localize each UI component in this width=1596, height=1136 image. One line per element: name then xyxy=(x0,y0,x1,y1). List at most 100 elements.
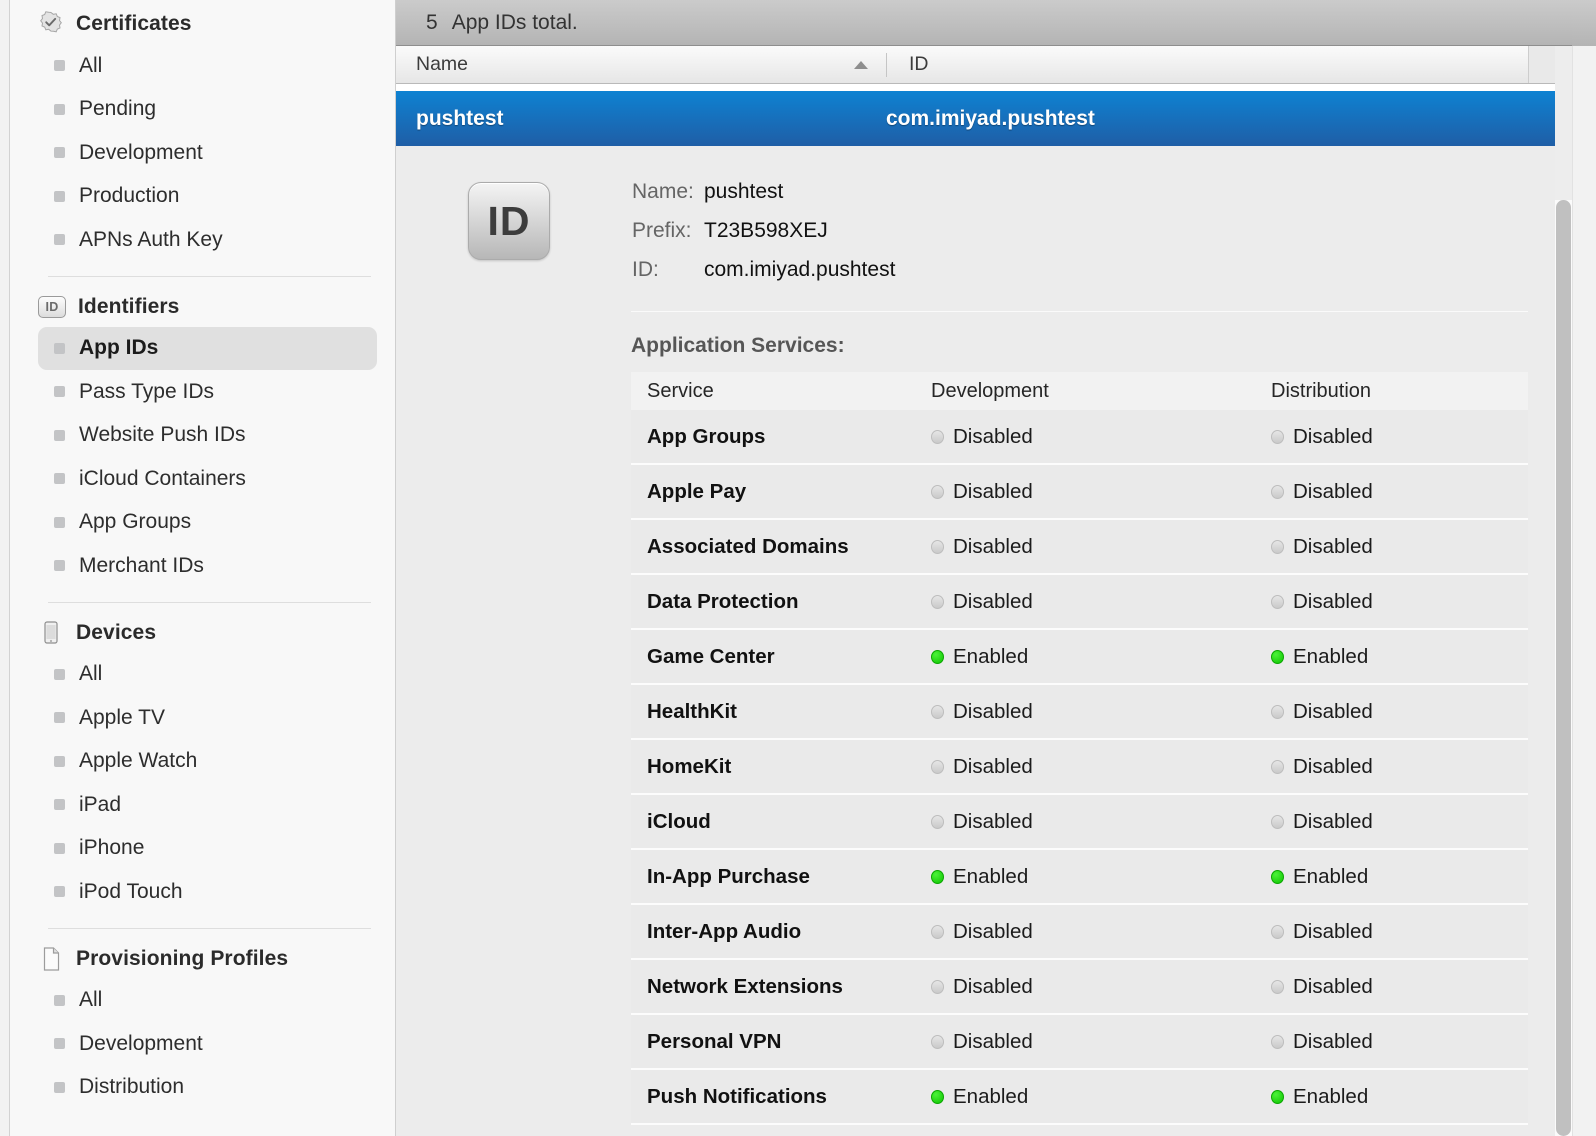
service-name-cell: Game Center xyxy=(631,645,931,669)
sidebar-item-all[interactable]: All xyxy=(38,979,377,1023)
scrollbar-thumb[interactable] xyxy=(1556,200,1571,1136)
service-distribution-cell: Disabled xyxy=(1271,535,1528,559)
sidebar-item-app-groups[interactable]: App Groups xyxy=(38,501,377,545)
column-header-name[interactable]: Name xyxy=(396,53,886,76)
sidebar-item-apple-tv[interactable]: Apple TV xyxy=(38,696,377,740)
service-name-cell: Apple Pay xyxy=(631,480,931,504)
sidebar-section-header[interactable]: ID Identifiers xyxy=(10,287,395,327)
service-development-cell: Disabled xyxy=(931,755,1271,779)
detail-field: Name: pushtest xyxy=(632,180,895,219)
summary-toolbar: 5 App IDs total. xyxy=(396,0,1596,46)
sidebar-item-label: App Groups xyxy=(79,510,192,534)
sidebar-item-pending[interactable]: Pending xyxy=(38,88,377,132)
status-dot-disabled-icon xyxy=(1271,924,1284,939)
app-id-row-selected[interactable]: pushtest com.imiyad.pushtest xyxy=(396,91,1596,146)
sidebar-item-website-push-ids[interactable]: Website Push IDs xyxy=(38,414,377,458)
status-dot-disabled-icon xyxy=(931,979,944,994)
status-dot-disabled-icon xyxy=(1271,814,1284,829)
sidebar-item-label: iPhone xyxy=(79,836,145,860)
status-badge: Disabled xyxy=(931,590,1271,614)
status-dot-disabled-icon xyxy=(931,759,944,774)
sidebar-item-apple-watch[interactable]: Apple Watch xyxy=(38,740,377,784)
sidebar-section-header[interactable]: Devices xyxy=(10,613,395,653)
status-label: Enabled xyxy=(1293,864,1369,888)
sidebar-item-label: All xyxy=(79,53,103,77)
sidebar-item-all[interactable]: All xyxy=(38,44,377,88)
sidebar-section-identifiers: ID Identifiers App IDs Pass Type IDs Website… xyxy=(10,287,395,588)
status-dot-disabled-icon xyxy=(1271,704,1284,719)
service-development-cell: Enabled xyxy=(931,1085,1271,1109)
status-dot-disabled-icon xyxy=(1271,979,1284,994)
service-distribution-cell: Disabled xyxy=(1271,810,1528,834)
status-badge: Disabled xyxy=(1271,480,1528,504)
sidebar-item-label: All xyxy=(79,988,103,1012)
status-badge: Enabled xyxy=(1271,865,1528,889)
certificate-seal-icon xyxy=(38,11,64,37)
service-row: Network Extensions Disabled Disabled xyxy=(631,960,1528,1015)
sidebar-section-title: Provisioning Profiles xyxy=(76,946,289,970)
status-badge: Disabled xyxy=(931,480,1271,504)
sidebar-item-production[interactable]: Production xyxy=(38,175,377,219)
service-name-cell: Personal VPN xyxy=(631,1030,931,1054)
sidebar-item-app-ids[interactable]: App IDs xyxy=(38,326,377,370)
status-label: Enabled xyxy=(1293,1084,1369,1108)
service-name-cell: iCloud xyxy=(631,810,931,834)
list-column-header: Name ID xyxy=(396,46,1596,84)
sidebar-item-icloud-containers[interactable]: iCloud Containers xyxy=(38,457,377,501)
bullet-square-icon xyxy=(54,342,65,354)
detail-field: ID: com.imiyad.pushtest xyxy=(632,258,895,297)
service-distribution-cell: Disabled xyxy=(1271,975,1528,999)
service-distribution-cell: Disabled xyxy=(1271,480,1528,504)
service-distribution-cell: Disabled xyxy=(1271,425,1528,449)
bullet-square-icon xyxy=(54,886,65,898)
service-name: Apple Pay xyxy=(647,479,747,503)
vertical-scrollbar[interactable] xyxy=(1555,200,1572,1136)
column-header-id[interactable]: ID xyxy=(887,53,929,76)
services-table-header: Service Development Distribution xyxy=(631,372,1528,410)
status-dot-disabled-icon xyxy=(1271,539,1284,554)
sidebar-item-development[interactable]: Development xyxy=(38,1022,377,1066)
sidebar-item-label: Development xyxy=(79,1031,203,1055)
status-dot-disabled-icon xyxy=(931,924,944,939)
detail-field-value: T23B598XEJ xyxy=(704,219,828,242)
sidebar-item-label: Website Push IDs xyxy=(79,423,246,447)
sidebar-section-header[interactable]: Certificates xyxy=(10,4,395,44)
status-dot-disabled-icon xyxy=(1271,1034,1284,1049)
sidebar-item-pass-type-ids[interactable]: Pass Type IDs xyxy=(38,370,377,414)
sidebar-item-apns-auth-key[interactable]: APNs Auth Key xyxy=(38,218,377,262)
service-row: Data Protection Disabled Disabled xyxy=(631,575,1528,630)
services-header-development: Development xyxy=(931,379,1049,402)
sidebar-item-ipod-touch[interactable]: iPod Touch xyxy=(38,870,377,914)
service-development-cell: Disabled xyxy=(931,480,1271,504)
sidebar-item-label: Pending xyxy=(79,97,157,121)
service-row: iCloud Disabled Disabled xyxy=(631,795,1528,850)
sidebar-item-label: Apple TV xyxy=(79,705,165,729)
sidebar-item-all[interactable]: All xyxy=(38,653,377,697)
sidebar-item-iphone[interactable]: iPhone xyxy=(38,827,377,871)
service-name: App Groups xyxy=(647,424,766,448)
sidebar-section-separator xyxy=(48,601,371,603)
status-dot-disabled-icon xyxy=(1271,759,1284,774)
sidebar-item-ipad[interactable]: iPad xyxy=(38,783,377,827)
status-badge: Disabled xyxy=(1271,810,1528,834)
sidebar-item-development[interactable]: Development xyxy=(38,131,377,175)
service-name: HealthKit xyxy=(647,699,737,723)
sidebar-item-merchant-ids[interactable]: Merchant IDs xyxy=(38,544,377,588)
service-name-cell: HealthKit xyxy=(631,700,931,724)
status-label: Disabled xyxy=(953,809,1033,833)
status-badge: Enabled xyxy=(1271,1085,1528,1109)
status-badge: Disabled xyxy=(1271,975,1528,999)
bullet-square-icon xyxy=(54,103,65,115)
service-name: Network Extensions xyxy=(647,974,843,998)
service-name: HomeKit xyxy=(647,754,732,778)
ascending-sort-arrow-icon[interactable] xyxy=(854,60,868,69)
sidebar-section-header[interactable]: Provisioning Profiles xyxy=(10,939,395,979)
status-dot-disabled-icon xyxy=(931,429,944,444)
id-badge-icon: ID xyxy=(468,182,550,260)
sidebar-item-distribution[interactable]: Distribution xyxy=(38,1066,377,1110)
bullet-square-icon xyxy=(54,386,65,398)
app-window: Certificates All Pending Development Product… xyxy=(0,0,1596,1136)
service-name-cell: In-App Purchase xyxy=(631,865,931,889)
sidebar-section-provisioning-profiles: Provisioning Profiles All Development Distr… xyxy=(10,939,395,1110)
sidebar-section-certificates: Certificates All Pending Development Product… xyxy=(10,4,395,262)
